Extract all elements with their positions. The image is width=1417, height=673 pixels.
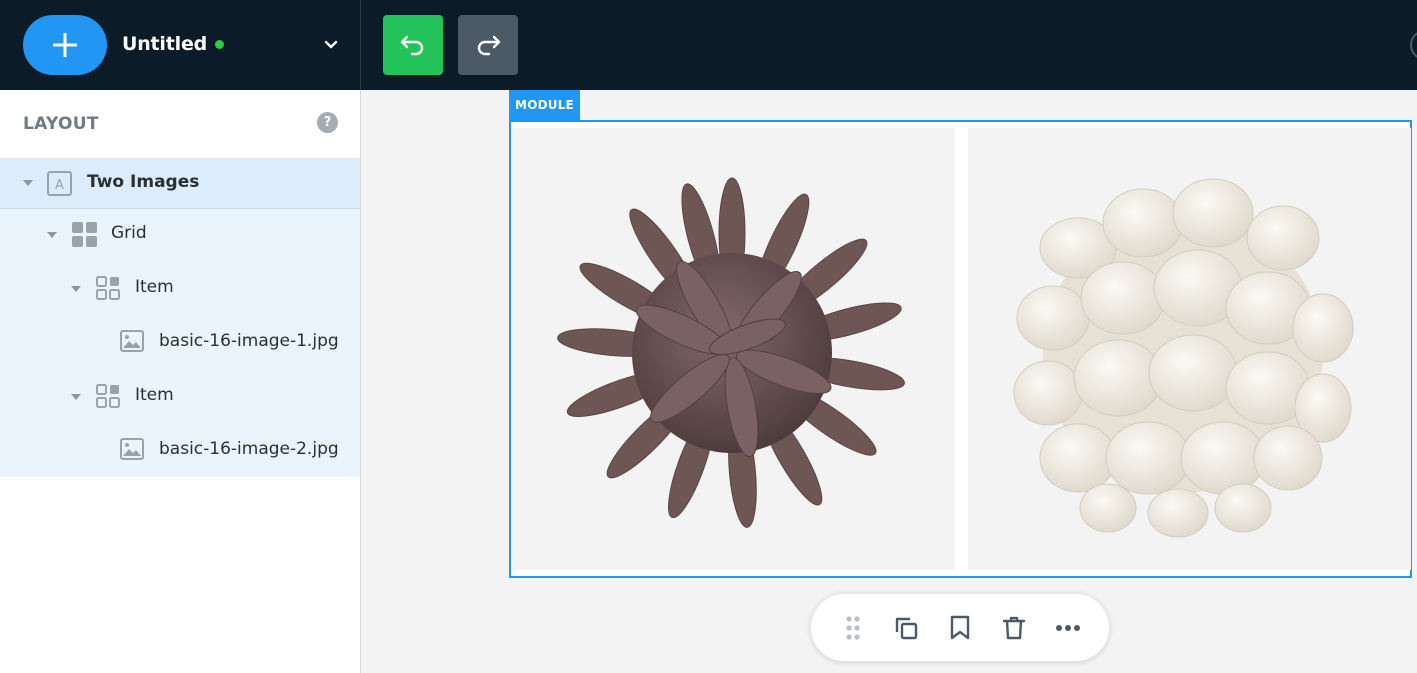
tree-item-label: Two Images (87, 172, 200, 192)
caret-down-icon[interactable] (47, 232, 57, 238)
duplicate-icon (895, 617, 918, 640)
spiky-sphere-image (557, 177, 905, 528)
plus-icon (53, 33, 77, 57)
document-title-group[interactable]: Untitled (122, 33, 225, 55)
sidebar-title: LAYOUT (23, 114, 99, 134)
item-grid-icon (96, 276, 120, 300)
item-grid-icon (96, 384, 120, 408)
svg-text:A: A (55, 178, 64, 193)
layout-tree: A Two Images Grid Item basic-16-image-1.… (0, 159, 360, 477)
image-cell-2[interactable] (968, 128, 1411, 570)
image-icon (120, 330, 144, 352)
redo-button[interactable] (458, 15, 518, 75)
chevron-down-icon[interactable] (322, 38, 340, 52)
tree-item-label: basic-16-image-1.jpg (159, 331, 339, 351)
image-icon (120, 438, 144, 460)
add-button[interactable] (23, 15, 107, 75)
tree-item-two-images[interactable]: A Two Images (0, 159, 360, 209)
user-avatar[interactable] (1410, 30, 1417, 60)
drag-handle[interactable] (837, 612, 869, 644)
sidebar-header: LAYOUT ? (0, 90, 360, 159)
tree-item-item-1[interactable]: Item (0, 260, 360, 314)
more-button[interactable] (1052, 612, 1084, 644)
duplicate-button[interactable] (890, 612, 922, 644)
document-title[interactable]: Untitled (122, 33, 207, 55)
caret-down-icon[interactable] (71, 394, 81, 400)
bookmark-button[interactable] (944, 612, 976, 644)
undo-icon (400, 35, 424, 56)
tree-item-item-2[interactable]: Item (0, 368, 360, 422)
caret-down-icon[interactable] (23, 180, 33, 186)
tree-item-label: Item (135, 277, 174, 297)
delete-button[interactable] (998, 612, 1030, 644)
tree-item-image-1[interactable]: basic-16-image-1.jpg (0, 314, 360, 368)
tree-item-label: Item (135, 385, 174, 405)
image-cell-1[interactable] (512, 128, 955, 570)
grid-icon (72, 222, 97, 247)
caret-down-icon[interactable] (71, 286, 81, 292)
tree-item-label: basic-16-image-2.jpg (159, 439, 339, 459)
tree-item-image-2[interactable]: basic-16-image-2.jpg (0, 422, 360, 477)
undo-button[interactable] (383, 15, 443, 75)
topbar-divider (360, 0, 361, 90)
module-actions-toolbar (810, 593, 1110, 662)
redo-icon (477, 35, 501, 56)
saved-status-dot (215, 39, 225, 49)
top-bar: Untitled (0, 0, 1417, 90)
trash-icon (1002, 616, 1026, 640)
tree-item-grid[interactable]: Grid (0, 209, 360, 260)
more-icon (1056, 625, 1080, 631)
bookmark-icon (950, 615, 970, 640)
drag-handle-icon (846, 616, 860, 640)
module-frame[interactable] (509, 120, 1412, 578)
layout-sidebar: LAYOUT ? A Two Images Grid Item basic-16… (0, 90, 361, 673)
tree-item-label: Grid (111, 223, 147, 243)
bumpy-sphere-image (1013, 178, 1354, 538)
module-tag[interactable]: MODULE (509, 90, 580, 120)
help-icon[interactable]: ? (317, 112, 338, 133)
module-a-icon: A (47, 171, 72, 196)
